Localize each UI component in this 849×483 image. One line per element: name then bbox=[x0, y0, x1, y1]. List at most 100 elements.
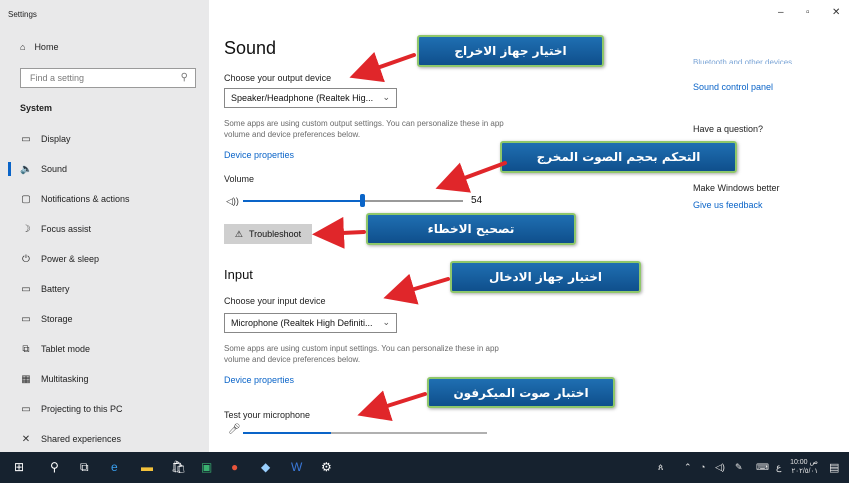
window-title: Settings bbox=[8, 10, 37, 19]
word-icon[interactable]: W bbox=[291, 460, 302, 474]
test-mic-label: Test your microphone bbox=[224, 410, 311, 420]
keyboard-icon[interactable]: ⌨ bbox=[756, 462, 769, 473]
task-view-icon[interactable]: ⧉ bbox=[80, 460, 89, 475]
network-icon[interactable]: ◔ bbox=[700, 462, 705, 472]
file-explorer-icon[interactable]: ▬ bbox=[141, 460, 153, 474]
edge-icon[interactable]: e bbox=[111, 460, 118, 474]
mic-level-meter bbox=[243, 432, 487, 434]
callout-output: اختيار جهاز الاخراج bbox=[417, 35, 604, 67]
sidebar-item-label: Display bbox=[41, 134, 71, 144]
sidebar-item-storage[interactable]: ▭ Storage bbox=[0, 304, 209, 334]
power-icon: ⏻ bbox=[22, 253, 30, 265]
sidebar-item-focus-assist[interactable]: ☽ Focus assist bbox=[0, 214, 209, 244]
speaker-icon: 🔈 bbox=[20, 163, 33, 175]
moon-icon: ☽ bbox=[21, 223, 31, 235]
volume-label: Volume bbox=[224, 174, 255, 184]
sidebar-item-label: Tablet mode bbox=[41, 344, 91, 354]
home-icon: ⌂ bbox=[20, 42, 26, 52]
app-icon[interactable]: ◆ bbox=[261, 460, 270, 474]
input-section-title: Input bbox=[224, 267, 253, 282]
output-device-label: Choose your output device bbox=[224, 73, 332, 83]
minimize-button[interactable]: – bbox=[778, 7, 784, 18]
arrow-volume bbox=[435, 161, 507, 193]
sidebar-item-shared-experiences[interactable]: ✕ Shared experiences bbox=[0, 424, 209, 454]
chevron-down-icon: ⌄ bbox=[382, 317, 390, 327]
output-device-value: Speaker/Headphone (Realtek Hig... bbox=[231, 93, 374, 103]
volume-slider[interactable] bbox=[243, 194, 463, 207]
chevron-up-icon[interactable]: ⌃ bbox=[684, 462, 692, 473]
sidebar-item-power[interactable]: ⏻ Power & sleep bbox=[0, 244, 209, 274]
sidebar-item-label: Battery bbox=[41, 284, 70, 294]
page-title: Sound bbox=[224, 38, 277, 58]
sidebar-item-label: Notifications & actions bbox=[41, 194, 130, 204]
section-heading: System bbox=[20, 103, 53, 113]
multitasking-icon: ▦ bbox=[21, 373, 31, 385]
arrow-troubleshoot bbox=[312, 216, 366, 249]
display-icon: ▭ bbox=[21, 133, 31, 145]
arrow-mic bbox=[357, 390, 427, 422]
callout-mic: اختبار صوت الميكرفون bbox=[427, 377, 615, 408]
people-icon[interactable]: ጰ bbox=[658, 462, 663, 473]
taskbar: ⊞ ⚲ ⧉ e ▬ 🛍︎ ▣ ● ◆ W ⚙ ጰ ⌃ ◔ ◁) ✎ ⌨ ع 10… bbox=[0, 452, 849, 483]
settings-gear-icon[interactable]: ⚙ bbox=[321, 460, 332, 474]
shared-icon: ✕ bbox=[21, 433, 31, 445]
input-device-properties-link[interactable]: Device properties bbox=[224, 375, 294, 385]
warning-icon: ⚠ bbox=[234, 228, 243, 239]
sidebar-home[interactable]: ⌂ Home bbox=[20, 42, 58, 52]
storage-icon: ▭ bbox=[21, 313, 31, 325]
sidebar-item-tablet-mode[interactable]: ⧉ Tablet mode bbox=[0, 334, 209, 364]
volume-slider-fill bbox=[243, 200, 362, 202]
windows-start-icon[interactable]: ⊞ bbox=[14, 460, 24, 474]
chrome-icon[interactable]: ● bbox=[231, 460, 238, 474]
input-device-label: Choose your input device bbox=[224, 296, 326, 306]
photos-icon[interactable]: ▣ bbox=[201, 460, 212, 474]
arrow-input bbox=[383, 273, 450, 305]
sidebar-item-display[interactable]: ▭ Display bbox=[0, 124, 209, 154]
sidebar-nav: ▭ Display 🔈 Sound ▢ Notifications & actions… bbox=[0, 124, 209, 454]
have-question-heading: Have a question? bbox=[693, 124, 764, 134]
sidebar-item-label: Projecting to this PC bbox=[41, 404, 123, 414]
sidebar-item-projecting[interactable]: ▭ Projecting to this PC bbox=[0, 394, 209, 424]
notification-center-icon[interactable]: ▤ bbox=[829, 461, 839, 474]
output-device-select[interactable]: Speaker/Headphone (Realtek Hig... ⌄ bbox=[224, 88, 397, 108]
clock-date: ٢٠٢/٥/٠١ bbox=[791, 468, 818, 475]
input-device-select[interactable]: Microphone (Realtek High Definiti... ⌄ bbox=[224, 313, 397, 333]
volume-tray-icon[interactable]: ◁) bbox=[715, 462, 725, 473]
volume-slider-thumb[interactable] bbox=[359, 194, 365, 207]
sidebar-item-sound[interactable]: 🔈 Sound bbox=[0, 154, 209, 184]
language-icon[interactable]: ع bbox=[776, 462, 781, 473]
projector-icon: ▭ bbox=[21, 403, 31, 415]
output-note: Some apps are using custom output settin… bbox=[224, 119, 504, 139]
tablet-icon: ⧉ bbox=[22, 343, 30, 355]
troubleshoot-button[interactable]: ⚠ Troubleshoot bbox=[224, 224, 312, 244]
clock[interactable]: 10:00 ص ٢٠٢/٥/٠١ bbox=[790, 458, 818, 476]
feedback-link[interactable]: Give us feedback bbox=[693, 200, 763, 210]
troubleshoot-label: Troubleshoot bbox=[248, 229, 302, 239]
search-placeholder: Find a setting bbox=[30, 73, 85, 83]
clock-time: 10:00 ص bbox=[790, 459, 818, 466]
sidebar-item-label: Sound bbox=[41, 164, 68, 174]
pen-icon[interactable]: ✎ bbox=[735, 462, 743, 473]
input-device-value: Microphone (Realtek High Definiti... bbox=[231, 318, 373, 328]
speaker-icon: ◁)) bbox=[226, 196, 239, 206]
sidebar-item-multitasking[interactable]: ▦ Multitasking bbox=[0, 364, 209, 394]
sidebar-item-notifications[interactable]: ▢ Notifications & actions bbox=[0, 184, 209, 214]
sound-control-panel-link[interactable]: Sound control panel bbox=[693, 82, 773, 92]
sidebar-item-label: Shared experiences bbox=[41, 434, 122, 444]
close-button[interactable]: ✕ bbox=[832, 7, 840, 18]
sidebar-item-label: Focus assist bbox=[41, 224, 92, 234]
maximize-button[interactable]: ▫ bbox=[806, 7, 810, 18]
bluetooth-link-partial[interactable]: Bluetooth and other devices bbox=[693, 58, 792, 64]
sidebar-item-battery[interactable]: ▭ Battery bbox=[0, 274, 209, 304]
search-icon: ⚲ bbox=[180, 72, 188, 83]
output-device-properties-link[interactable]: Device properties bbox=[224, 150, 294, 160]
search-input[interactable]: Find a setting ⚲ bbox=[20, 68, 196, 88]
microphone-icon: 🎤︎ bbox=[228, 424, 241, 435]
settings-window: Settings ⌂ Home Find a setting ⚲ System … bbox=[0, 0, 849, 483]
store-icon[interactable]: 🛍︎ bbox=[171, 460, 186, 474]
arrow-output bbox=[349, 51, 416, 83]
battery-icon: ▭ bbox=[21, 283, 31, 295]
mic-level-fill bbox=[243, 432, 331, 434]
search-icon[interactable]: ⚲ bbox=[50, 460, 59, 474]
sidebar: Settings ⌂ Home Find a setting ⚲ System … bbox=[0, 0, 209, 452]
